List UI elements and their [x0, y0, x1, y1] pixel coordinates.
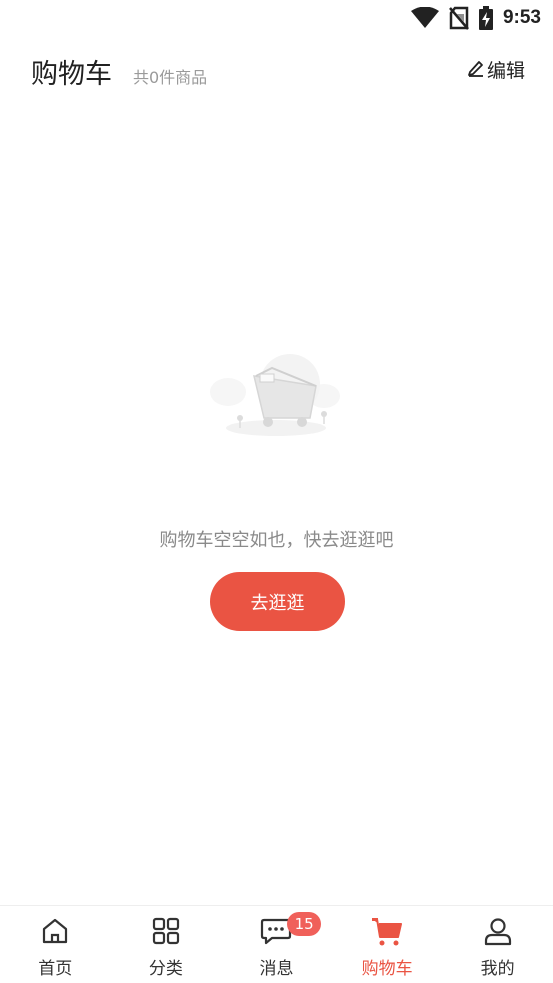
pencil-icon — [467, 59, 484, 81]
header: 购物车 共0件商品 编辑 — [0, 48, 553, 96]
nav-item-cart[interactable]: 购物车 — [332, 906, 443, 983]
status-time: 9:53 — [502, 7, 541, 28]
page-title: 购物车 — [31, 59, 112, 90]
user-icon — [483, 915, 513, 947]
nav-label-home: 首页 — [38, 959, 73, 979]
empty-cart-illustration — [206, 348, 344, 440]
nav-item-messages[interactable]: 15 消息 — [221, 906, 332, 983]
home-icon — [40, 915, 70, 947]
nav-label-profile: 我的 — [480, 959, 515, 979]
nav-label-category: 分类 — [148, 959, 183, 979]
cart-icon — [371, 915, 403, 947]
empty-cart-message: 购物车空空如也，快去逛逛吧 — [159, 530, 394, 551]
edit-label: 编辑 — [486, 60, 525, 82]
status-icons: 9:53 — [410, 5, 541, 31]
nav-item-category[interactable]: 分类 — [111, 906, 222, 983]
status-bar: 9:53 — [0, 0, 553, 36]
browse-button[interactable]: 去逛逛 — [210, 572, 345, 631]
bottom-nav: 首页 分类 15 消息 购物车 我的 — [0, 905, 553, 983]
nav-label-messages: 消息 — [259, 959, 294, 979]
item-count: 共0件商品 — [133, 68, 208, 87]
edit-button[interactable]: 编辑 — [467, 56, 525, 83]
no-sim-icon — [449, 6, 469, 30]
wifi-icon — [410, 7, 439, 29]
message-badge: 15 — [287, 912, 322, 936]
nav-label-cart: 购物车 — [361, 959, 413, 979]
battery-charging-icon — [478, 6, 493, 30]
nav-item-profile[interactable]: 我的 — [442, 906, 553, 983]
nav-item-home[interactable]: 首页 — [0, 906, 111, 983]
grid-icon — [151, 915, 181, 947]
